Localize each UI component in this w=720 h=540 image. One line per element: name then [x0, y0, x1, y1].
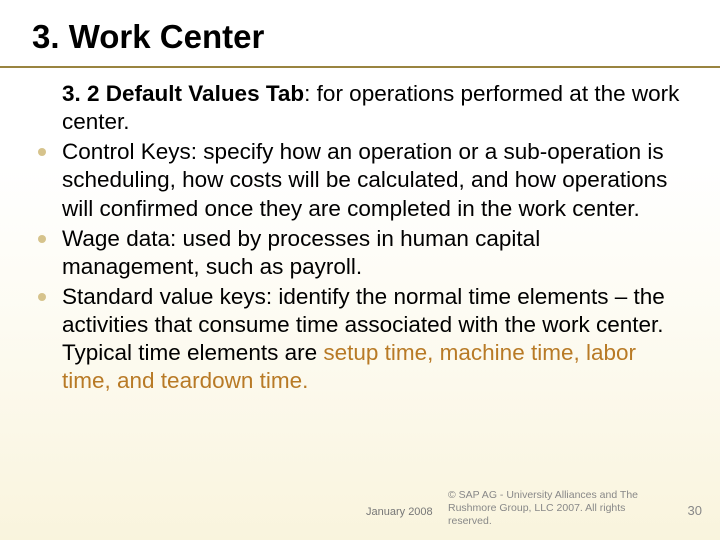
footer-copyright: © SAP AG - University Alliances and The … — [448, 489, 648, 528]
lead-bold: 3. 2 Default Values Tab — [62, 81, 304, 106]
slide: 3. Work Center 3. 2 Default Values Tab: … — [0, 0, 720, 540]
bullet-standard-value-keys: Standard value keys: identify the normal… — [30, 283, 680, 396]
title-underline — [0, 66, 720, 68]
slide-body: 3. 2 Default Values Tab: for operations … — [30, 80, 680, 395]
lead-paragraph: 3. 2 Default Values Tab: for operations … — [30, 80, 680, 136]
bullet-text: Wage data: used by processes in human ca… — [62, 226, 540, 279]
slide-title: 3. Work Center — [32, 18, 264, 56]
bullet-wage-data: Wage data: used by processes in human ca… — [30, 225, 680, 281]
bullet-control-keys: Control Keys: specify how an operation o… — [30, 138, 680, 222]
bullet-text: Control Keys: specify how an operation o… — [62, 139, 667, 220]
footer-date: January 2008 — [366, 506, 433, 518]
footer-page-number: 30 — [688, 503, 702, 518]
